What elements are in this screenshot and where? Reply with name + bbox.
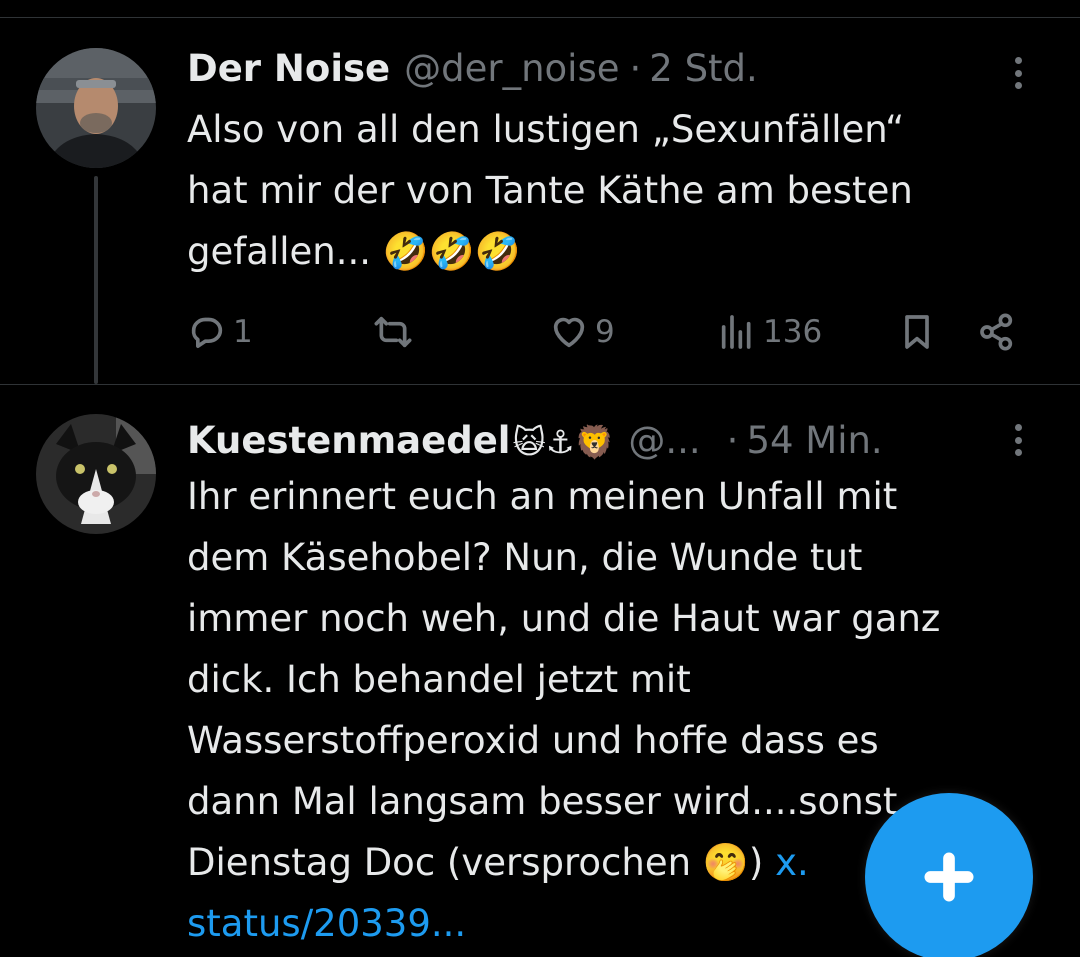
- tweet-text-line: immer noch weh, und die Haut war ganz: [187, 597, 941, 640]
- thread-line: [94, 176, 98, 384]
- display-name[interactable]: Der Noise: [187, 46, 390, 92]
- tweet-text-fragment: Dienstag Doc (versprochen 🤭): [187, 841, 776, 884]
- tweet-text-line: dann Mal langsam besser wird....sonst: [187, 780, 898, 823]
- separator-dot: ·: [726, 419, 739, 462]
- tweet-actions: 1 9 136: [187, 304, 1027, 360]
- more-icon[interactable]: [1008, 420, 1028, 460]
- tweet-text-line: hat mir der von Tante Käthe am besten: [187, 169, 913, 212]
- views-icon: [721, 315, 751, 349]
- share-button[interactable]: [977, 304, 1017, 360]
- compose-button[interactable]: [865, 793, 1033, 957]
- more-icon[interactable]: [1008, 53, 1028, 93]
- tweet-text-line: Dienstag Doc (versprochen 🤭) x.: [187, 832, 940, 893]
- tweet-text: Ihr erinnert euch an meinen Unfall mit d…: [187, 466, 940, 954]
- user-handle[interactable]: @...: [628, 418, 700, 464]
- tweet-text-line: dick. Ich behandel jetzt mit: [187, 658, 691, 701]
- tweet-header: Der Noise @der_noise · 2 Std.: [187, 46, 758, 92]
- tweet-text-line: Also von all den lustigen „Sexunfällen“: [187, 108, 905, 151]
- tweet-link[interactable]: x.: [775, 841, 809, 884]
- reply-button[interactable]: 1: [187, 304, 253, 360]
- timestamp[interactable]: 2 Std.: [649, 46, 758, 92]
- views-button[interactable]: 136: [717, 304, 822, 360]
- tweet-header: Kuestenmaedel 🙀⚓🦁 @... · 54 Min.: [187, 418, 883, 464]
- timestamp[interactable]: 54 Min.: [746, 418, 882, 464]
- plus-icon: [924, 852, 974, 902]
- bookmark-icon: [905, 315, 929, 349]
- tweet-text-line: gefallen... 🤣🤣🤣: [187, 230, 521, 273]
- avatar-kuestenmaedel[interactable]: [36, 414, 156, 534]
- name-emojis: 🙀⚓🦁: [512, 423, 615, 461]
- tweet-link[interactable]: status/20339...: [187, 893, 940, 954]
- view-count: 136: [763, 314, 823, 350]
- top-divider: [0, 17, 1080, 18]
- separator-dot: ·: [629, 47, 642, 90]
- avatar-der-noise[interactable]: [36, 48, 156, 168]
- tweet-text: Also von all den lustigen „Sexunfällen“ …: [187, 99, 913, 282]
- tweet-text-line: Ihr erinnert euch an meinen Unfall mit: [187, 475, 898, 518]
- share-icon: [980, 313, 1013, 351]
- tweet-text-line: dem Käsehobel? Nun, die Wunde tut: [187, 536, 863, 579]
- like-count: 9: [595, 314, 615, 350]
- heart-icon: [553, 317, 585, 348]
- bookmark-button[interactable]: [897, 304, 937, 360]
- like-button[interactable]: 9: [549, 304, 615, 360]
- user-handle[interactable]: @der_noise: [404, 46, 619, 92]
- tweet-divider: [0, 384, 1080, 385]
- reply-count: 1: [233, 314, 253, 350]
- retweet-button[interactable]: [373, 304, 419, 360]
- display-name[interactable]: Kuestenmaedel: [187, 418, 510, 464]
- tweet-text-line: Wasserstoffperoxid und hoffe dass es: [187, 719, 879, 762]
- retweet-icon: [374, 316, 412, 348]
- reply-icon: [191, 317, 223, 348]
